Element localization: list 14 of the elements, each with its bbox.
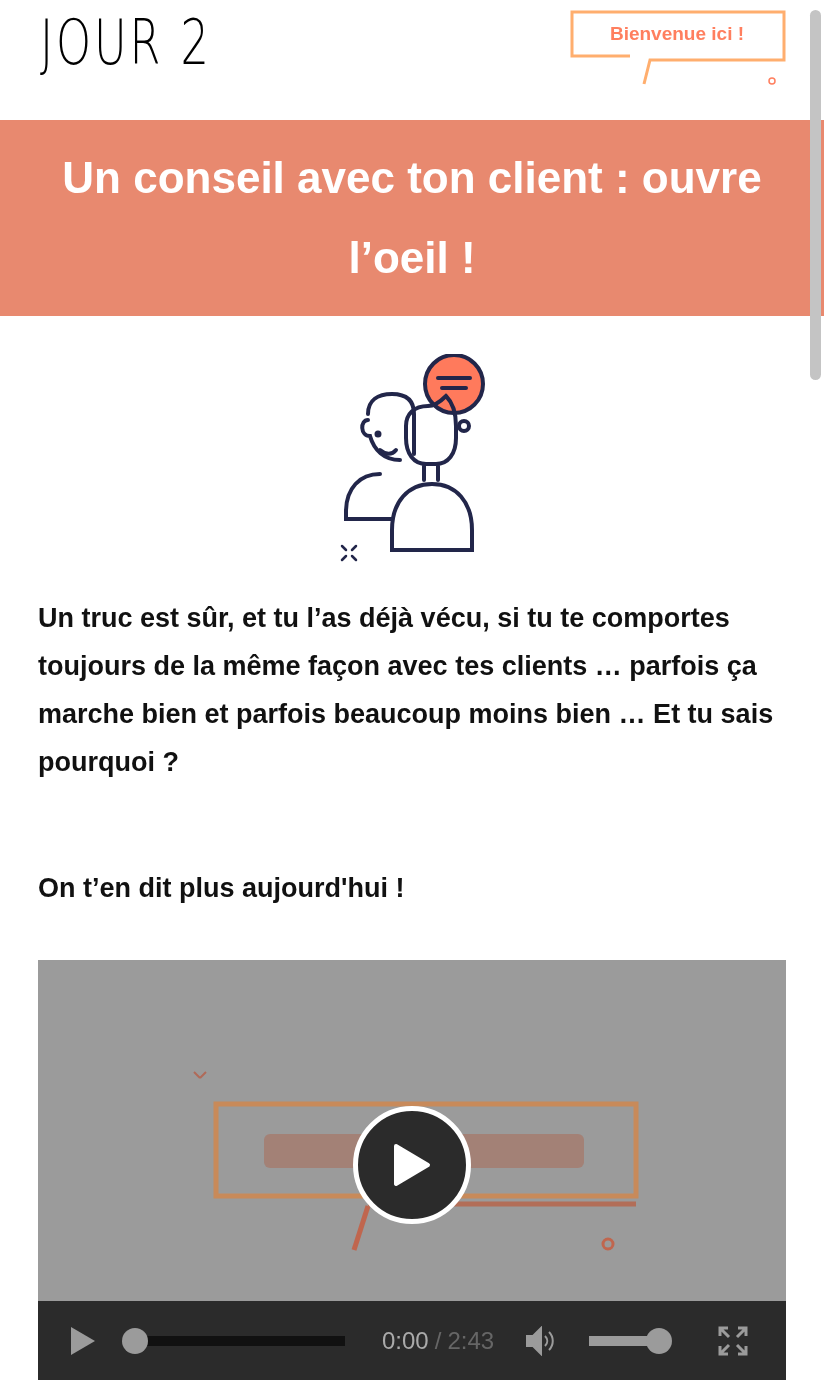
current-time: 0:00 — [382, 1327, 429, 1355]
fullscreen-icon[interactable] — [718, 1326, 749, 1356]
paragraph: Un truc est sûr, et tu l’as déjà vécu, si tu te comportes toujours de la même façon avec tes clients … parfois ça marche bien et parfois beaucoup moins bien … Et tu sais pourquoi ? — [38, 602, 775, 779]
progress-thumb[interactable] — [122, 1328, 148, 1354]
play-icon[interactable] — [70, 1326, 96, 1356]
volume-thumb[interactable] — [646, 1328, 673, 1354]
scrollbar[interactable] — [810, 10, 821, 380]
duration: 2:43 — [447, 1327, 495, 1355]
paragraph: On t’en dit plus aujourd'hui ! — [38, 872, 406, 905]
logo: Bienvenue ici ! — [570, 10, 786, 88]
time-separator: / — [434, 1327, 442, 1355]
day-heading: JOUR 2 — [40, 6, 212, 79]
banner-title: Un conseil avec ton client : ouvre l’oeil ! — [61, 152, 763, 284]
play-icon — [392, 1142, 432, 1188]
